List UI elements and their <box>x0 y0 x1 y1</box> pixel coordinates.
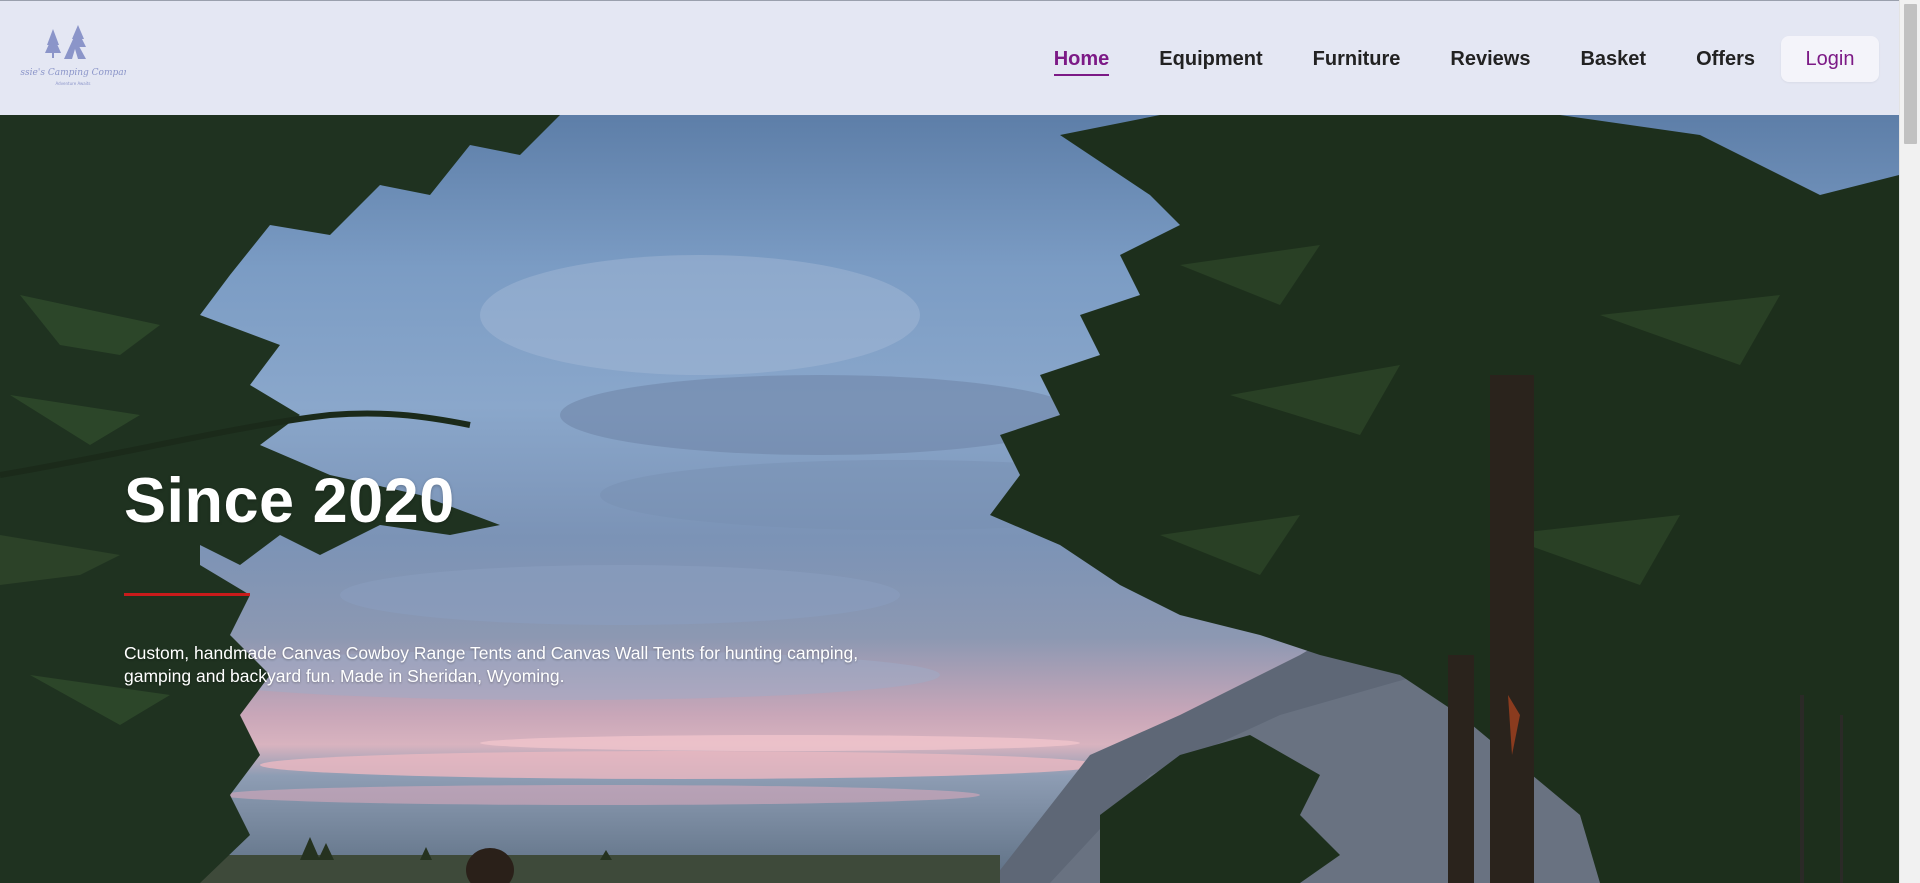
nav-equipment[interactable]: Equipment <box>1159 35 1262 83</box>
hero-banner: Since 2020 Custom, handmade Canvas Cowbo… <box>0 115 1899 883</box>
logo-script-text: Jessie's Camping Company <box>20 68 126 78</box>
scrollbar-thumb[interactable] <box>1904 4 1917 144</box>
page-scrollbar[interactable] <box>1899 0 1920 883</box>
tent-logo-icon: Jessie's Camping Company Adventure Await… <box>9 25 135 86</box>
nav-basket[interactable]: Basket <box>1580 35 1646 83</box>
site-header: Jessie's Camping Company Adventure Await… <box>0 0 1899 115</box>
nav-furniture[interactable]: Furniture <box>1313 35 1401 83</box>
login-button[interactable]: Login <box>1781 36 1879 82</box>
nav-reviews[interactable]: Reviews <box>1450 35 1530 83</box>
hero-divider <box>124 593 250 596</box>
logo-tagline-text: Adventure Awaits <box>55 81 90 86</box>
nav-offers[interactable]: Offers <box>1696 35 1755 83</box>
hero-description: Custom, handmade Canvas Cowboy Range Ten… <box>124 643 859 686</box>
nav-home[interactable]: Home <box>1053 35 1109 83</box>
company-logo[interactable]: Jessie's Camping Company Adventure Await… <box>9 23 135 91</box>
hero-title: Since 2020 <box>124 466 455 536</box>
page: Jessie's Camping Company Adventure Await… <box>0 0 1920 883</box>
main-nav: Home Equipment Furniture Reviews Basket … <box>1004 35 1879 83</box>
